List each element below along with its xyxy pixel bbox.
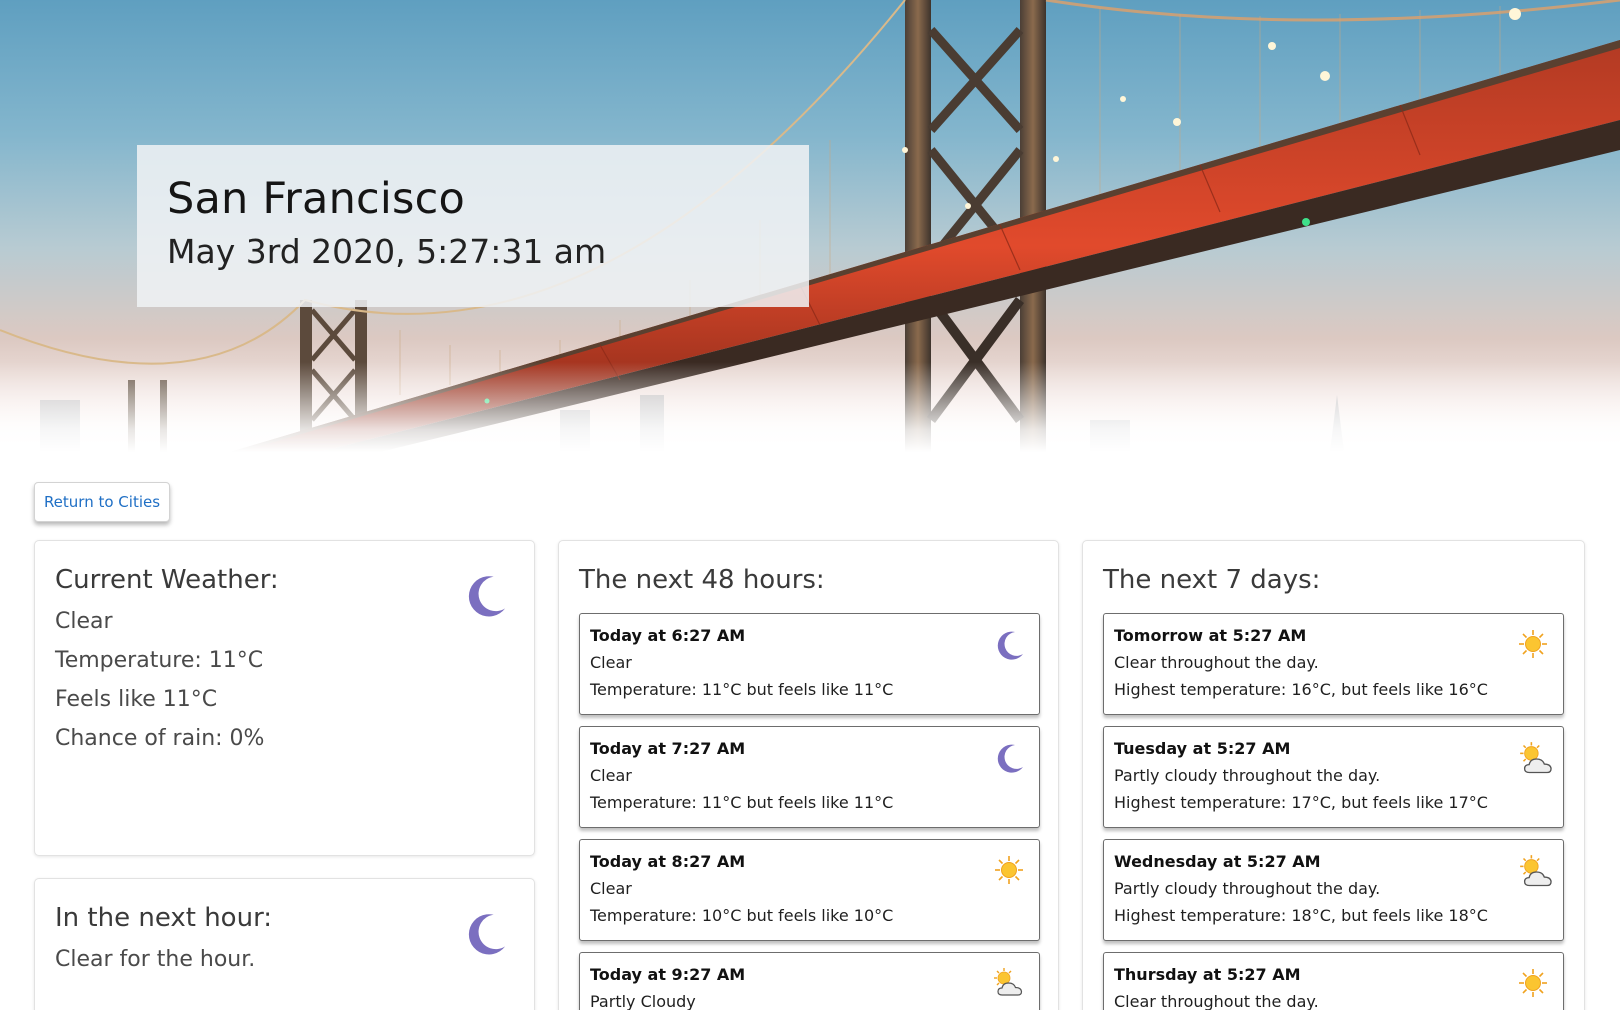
- daily-forecast-card: Thursday at 5:27 AM Clear throughout the…: [1103, 952, 1564, 1010]
- forecast-condition: Partly Cloudy: [590, 992, 696, 1010]
- city-name: San Francisco: [167, 174, 465, 224]
- current-condition: Clear: [55, 609, 113, 634]
- forecast-day: Thursday at 5:27 AM: [1114, 965, 1301, 984]
- moon-icon: [997, 631, 1023, 660]
- moon-icon: [468, 914, 506, 955]
- partly-cloudy-icon: [993, 967, 1023, 996]
- forecast-time: Today at 8:27 AM: [590, 852, 746, 871]
- current-feels-like: Feels like 11°C: [55, 687, 218, 712]
- forecast-condition: Clear throughout the day.: [1114, 653, 1319, 672]
- hourly-forecast-card: Today at 6:27 AM Clear Temperature: 11°C…: [579, 613, 1040, 715]
- forecast-day: Tuesday at 5:27 AM: [1114, 739, 1291, 758]
- forecast-temperature: Temperature: 11°C but feels like 11°C: [590, 793, 894, 812]
- sun-icon: [994, 855, 1024, 885]
- next-hour-panel: In the next hour: Clear for the hour.: [34, 878, 535, 1010]
- hourly-forecast-card: Today at 9:27 AM Partly Cloudy: [579, 952, 1040, 1010]
- forecast-time: Today at 7:27 AM: [590, 739, 746, 758]
- current-datetime: May 3rd 2020, 5:27:31 am: [167, 232, 607, 271]
- forecast-temperature: Temperature: 10°C but feels like 10°C: [590, 906, 894, 925]
- forecast-high-temperature: Highest temperature: 18°C, but feels lik…: [1114, 906, 1488, 925]
- hero-banner: San Francisco May 3rd 2020, 5:27:31 am: [0, 0, 1620, 452]
- current-temperature: Temperature: 11°C: [55, 648, 264, 673]
- forecast-high-temperature: Highest temperature: 16°C, but feels lik…: [1114, 680, 1488, 699]
- sun-icon: [1518, 968, 1548, 998]
- forecast-condition: Clear throughout the day.: [1114, 992, 1319, 1010]
- next-7-days-heading: The next 7 days:: [1103, 565, 1321, 595]
- hero-fade: [0, 362, 1620, 452]
- hourly-forecast-card: Today at 7:27 AM Clear Temperature: 11°C…: [579, 726, 1040, 828]
- daily-forecast-card: Tomorrow at 5:27 AM Clear throughout the…: [1103, 613, 1564, 715]
- current-weather-heading: Current Weather:: [55, 565, 279, 595]
- forecast-condition: Clear: [590, 879, 632, 898]
- forecast-day: Tomorrow at 5:27 AM: [1114, 626, 1307, 645]
- forecast-condition: Clear: [590, 766, 632, 785]
- current-rain-chance: Chance of rain: 0%: [55, 726, 265, 751]
- forecast-time: Today at 9:27 AM: [590, 965, 746, 984]
- next-48-hours-panel: The next 48 hours: Today at 6:27 AM Clea…: [558, 540, 1059, 1010]
- return-to-cities-button[interactable]: Return to Cities: [34, 482, 170, 522]
- moon-icon: [468, 576, 506, 617]
- next-hour-heading: In the next hour:: [55, 903, 273, 933]
- next-48-hours-heading: The next 48 hours:: [579, 565, 825, 595]
- forecast-time: Today at 6:27 AM: [590, 626, 746, 645]
- forecast-condition: Partly cloudy throughout the day.: [1114, 879, 1381, 898]
- next-hour-summary: Clear for the hour.: [55, 947, 256, 972]
- forecast-day: Wednesday at 5:27 AM: [1114, 852, 1321, 871]
- forecast-temperature: Temperature: 11°C but feels like 11°C: [590, 680, 894, 699]
- current-weather-panel: Current Weather: Clear Temperature: 11°C…: [34, 540, 535, 856]
- forecast-condition: Partly cloudy throughout the day.: [1114, 766, 1381, 785]
- moon-icon: [997, 744, 1023, 773]
- sun-icon: [1518, 629, 1548, 659]
- title-card: San Francisco May 3rd 2020, 5:27:31 am: [137, 145, 809, 307]
- daily-forecast-card: Tuesday at 5:27 AM Partly cloudy through…: [1103, 726, 1564, 828]
- hourly-forecast-card: Today at 8:27 AM Clear Temperature: 10°C…: [579, 839, 1040, 941]
- partly-cloudy-icon: [1519, 854, 1552, 887]
- forecast-condition: Clear: [590, 653, 632, 672]
- next-7-days-panel: The next 7 days: Tomorrow at 5:27 AM Cle…: [1082, 540, 1585, 1010]
- daily-forecast-card: Wednesday at 5:27 AM Partly cloudy throu…: [1103, 839, 1564, 941]
- partly-cloudy-icon: [1519, 741, 1552, 774]
- forecast-high-temperature: Highest temperature: 17°C, but feels lik…: [1114, 793, 1488, 812]
